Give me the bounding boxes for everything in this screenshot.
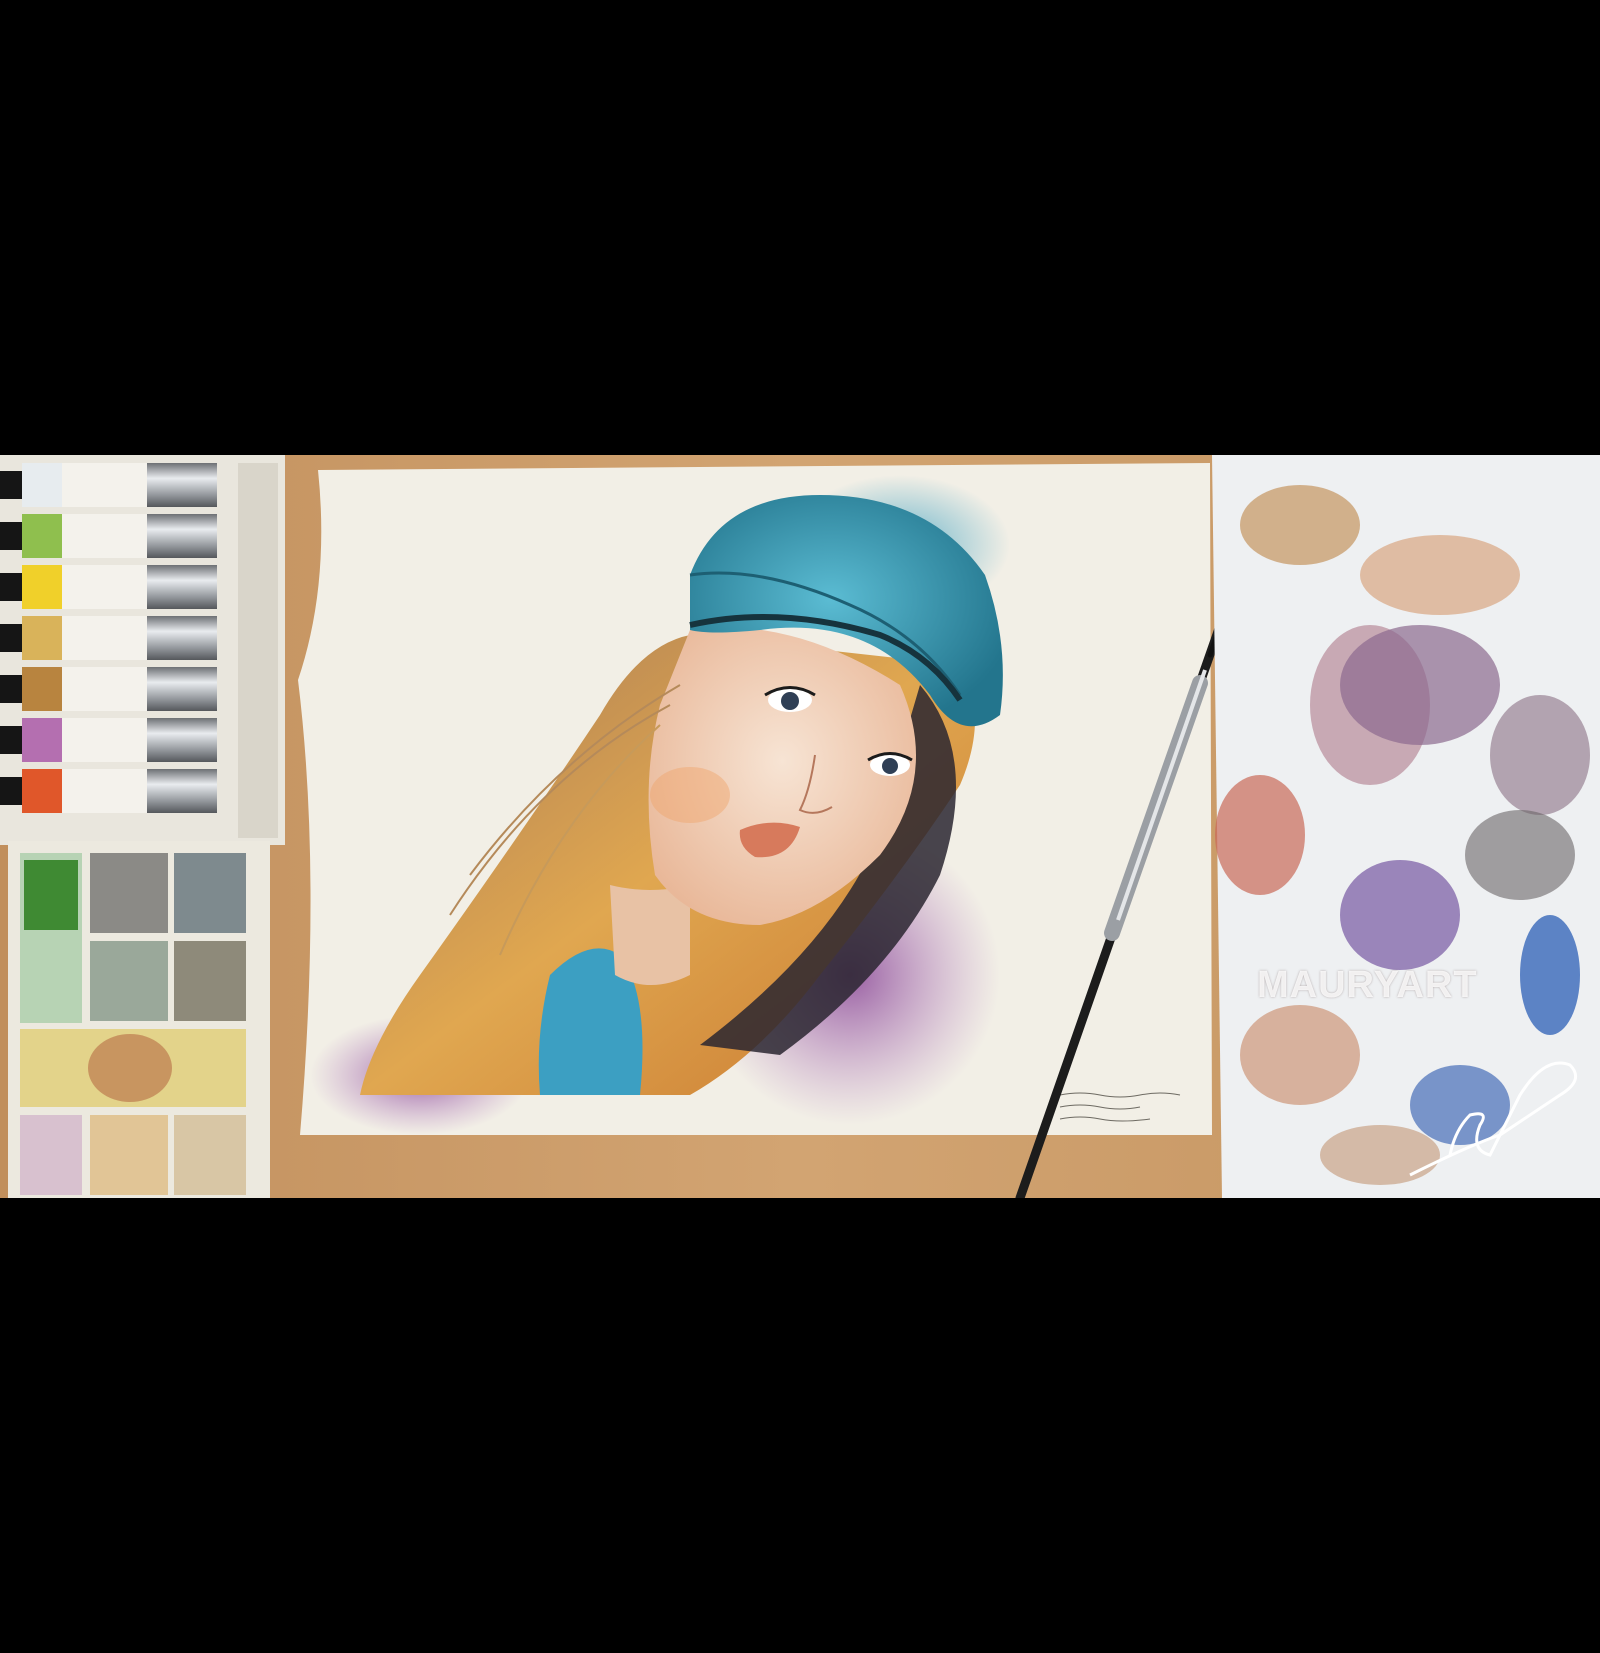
watermark-text: MAURYART [1257,964,1478,1006]
violet-tube [0,718,217,762]
brown-tube [0,667,217,711]
paint-tube-box [0,455,285,845]
orange-tube [0,769,217,813]
color-swatch-sheet [1212,455,1600,1198]
white-tube [0,463,217,507]
green-tube [0,514,217,558]
ochre-tube [0,616,217,660]
watercolor-pan-palette [8,841,270,1198]
artwork-photo: MAURYART [0,455,1600,1198]
yellow-tube [0,565,217,609]
palette-sponge [88,1034,172,1102]
